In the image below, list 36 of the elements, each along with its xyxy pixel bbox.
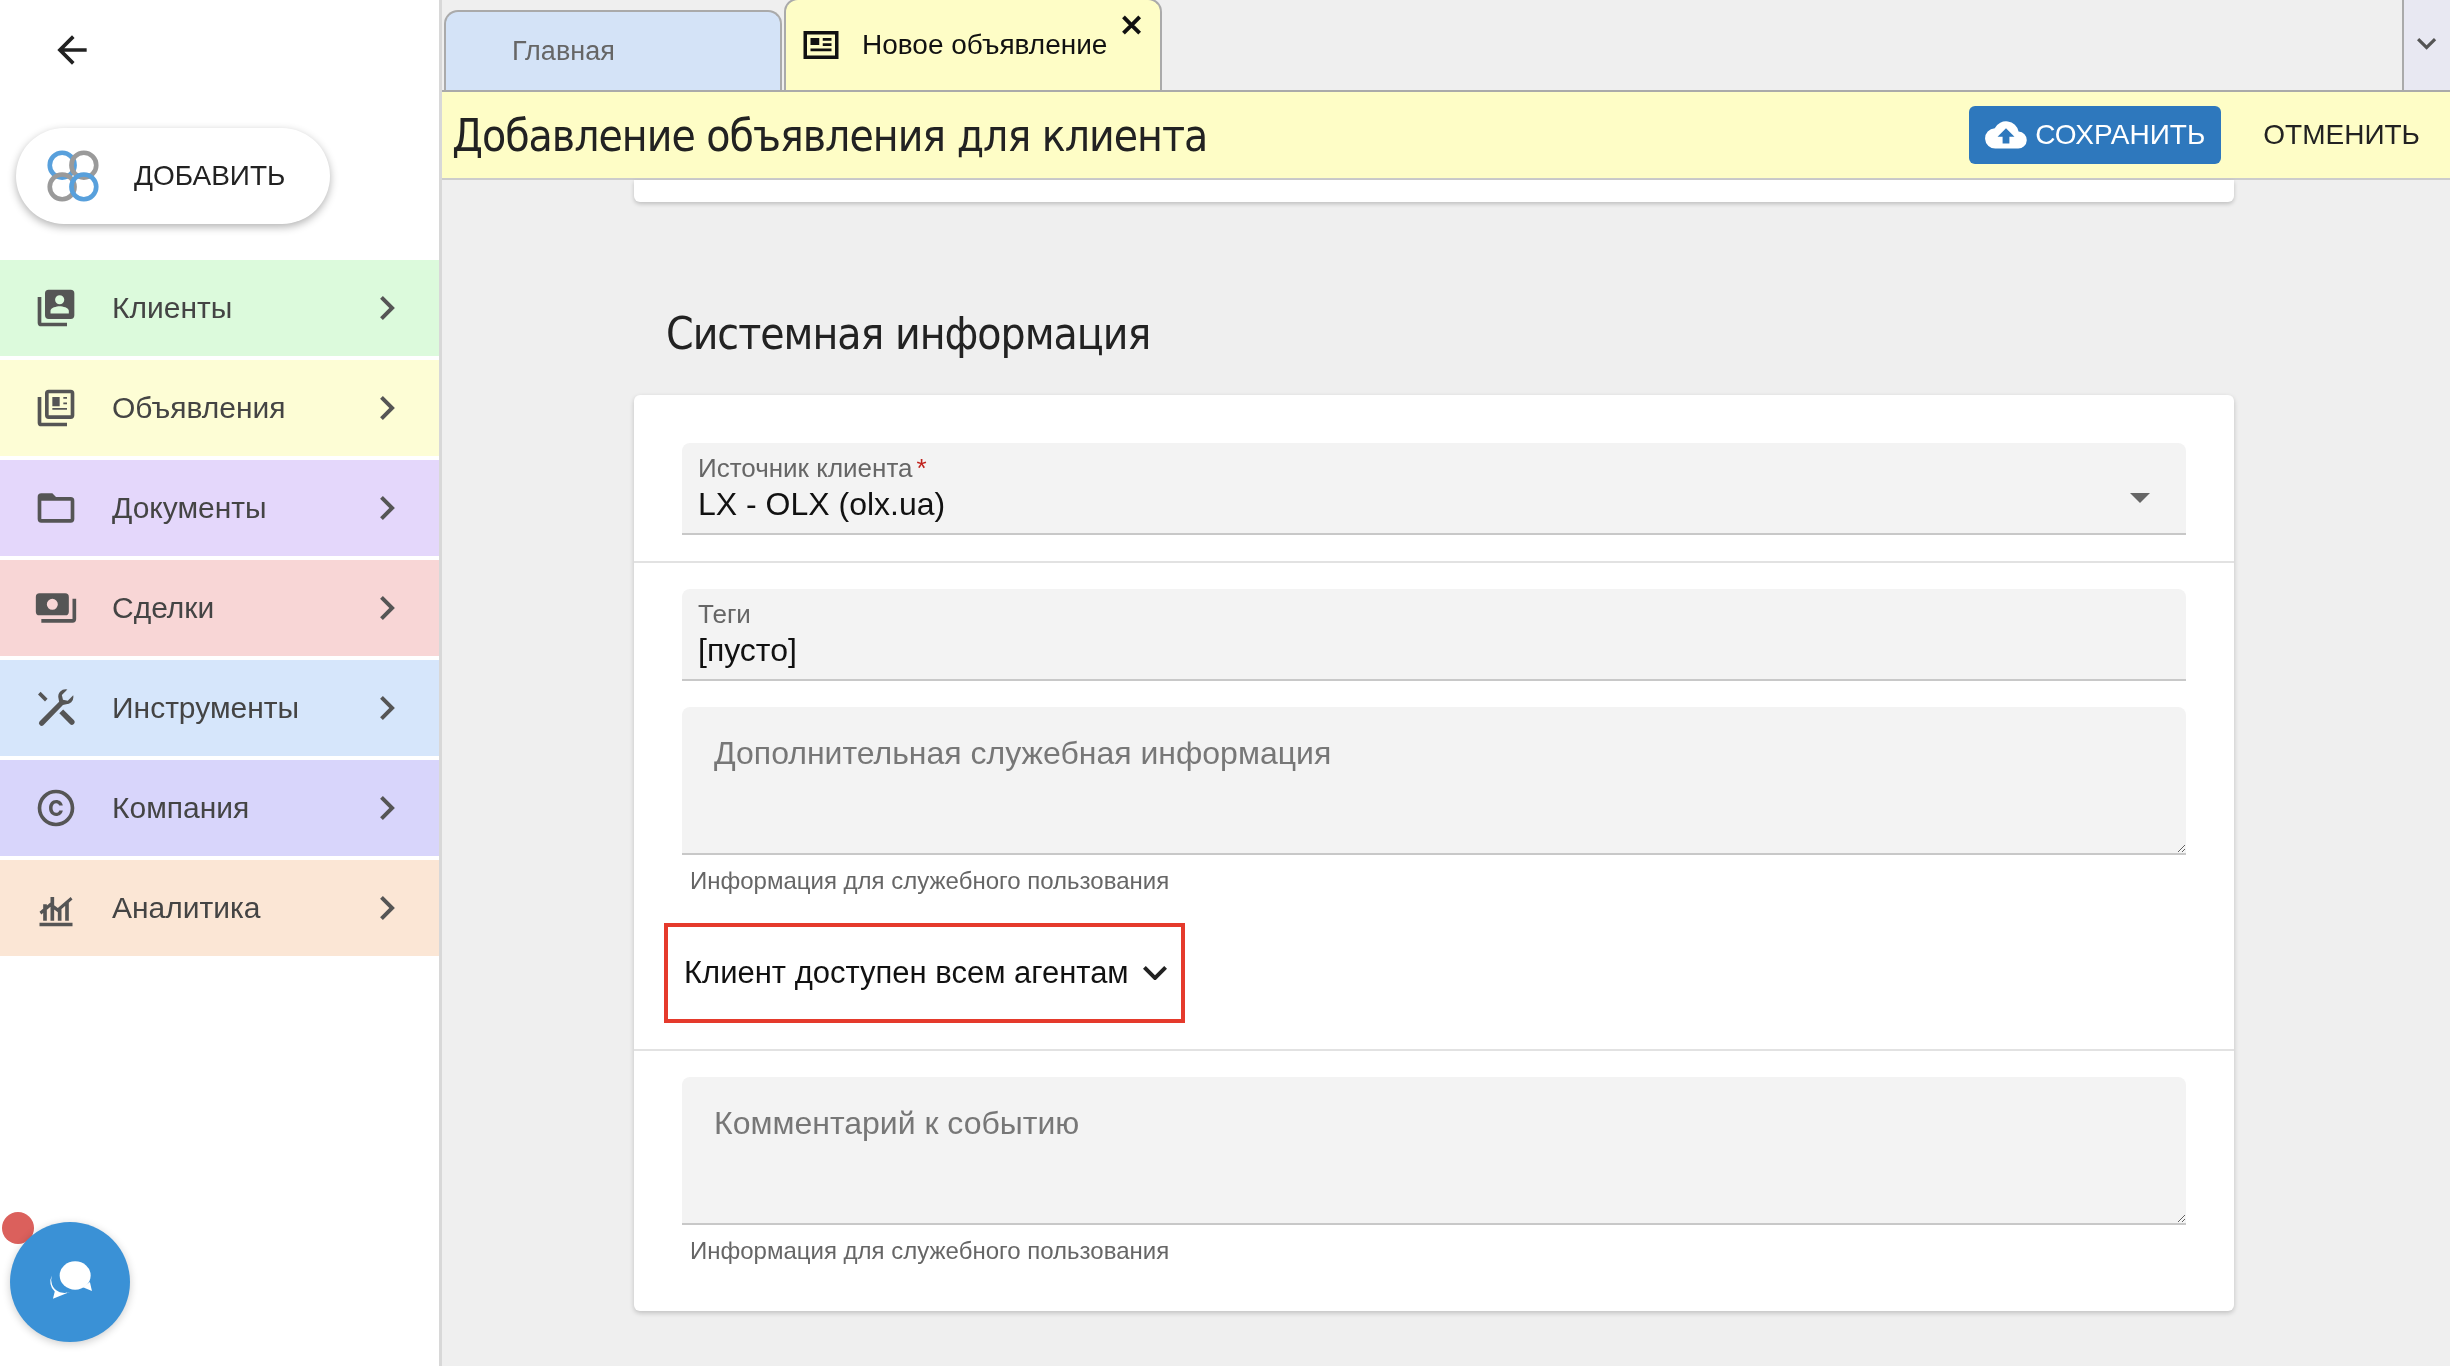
tabs-menu-button[interactable] xyxy=(2402,0,2450,90)
helper-text: Информация для служебного пользования xyxy=(690,867,1171,895)
textarea-field[interactable]: Дополнительная служебная информация xyxy=(682,707,2186,855)
close-icon[interactable]: ✕ xyxy=(1119,8,1144,43)
chevron-right-icon xyxy=(380,796,395,820)
textarea-field[interactable]: Комментарий к событию xyxy=(682,1077,2186,1225)
chevron-right-icon xyxy=(380,696,395,720)
nav-item[interactable]: Сделки xyxy=(0,560,439,656)
nav-item[interactable]: Аналитика xyxy=(0,860,439,956)
expand-toggle[interactable]: Клиент доступен всем агентам xyxy=(664,923,1185,1023)
dropdown-caret-icon xyxy=(2130,493,2150,503)
chevron-right-icon xyxy=(380,896,395,920)
chevron-down-icon xyxy=(1142,965,1167,981)
tab[interactable]: Главная xyxy=(444,10,782,90)
chevron-down-icon xyxy=(2417,38,2437,50)
nav-item[interactable]: Инструменты xyxy=(0,660,439,756)
chevron-right-icon xyxy=(380,496,395,520)
tab[interactable]: Новое объявление ✕ xyxy=(784,0,1162,90)
cancel-button[interactable]: ОТМЕНИТЬ xyxy=(2257,118,2426,152)
nav-item[interactable]: Компания xyxy=(0,760,439,856)
nav-item[interactable]: Клиенты xyxy=(0,260,439,356)
tags-field[interactable]: Теги [пусто] xyxy=(682,589,2186,681)
save-button[interactable]: СОХРАНИТЬ xyxy=(1969,106,2222,164)
section-title: Системная информация xyxy=(666,308,1152,359)
required-mark: * xyxy=(916,453,927,483)
nav-item[interactable]: Документы xyxy=(0,460,439,556)
chevron-right-icon xyxy=(380,296,395,320)
chevron-right-icon xyxy=(380,396,395,420)
nav-item[interactable]: Объявления xyxy=(0,360,439,456)
chat-button[interactable] xyxy=(10,1222,130,1342)
chevron-right-icon xyxy=(380,596,395,620)
select-field[interactable]: Источник клиента* LX - OLX (olx.ua) xyxy=(682,443,2186,535)
helper-text: Информация для служебного пользования xyxy=(690,1237,1171,1265)
page-title: Добавление объявления для клиента xyxy=(452,109,1209,161)
cloud-upload-icon xyxy=(1985,118,2028,152)
add-button[interactable]: ДОБАВИТЬ xyxy=(16,128,330,224)
